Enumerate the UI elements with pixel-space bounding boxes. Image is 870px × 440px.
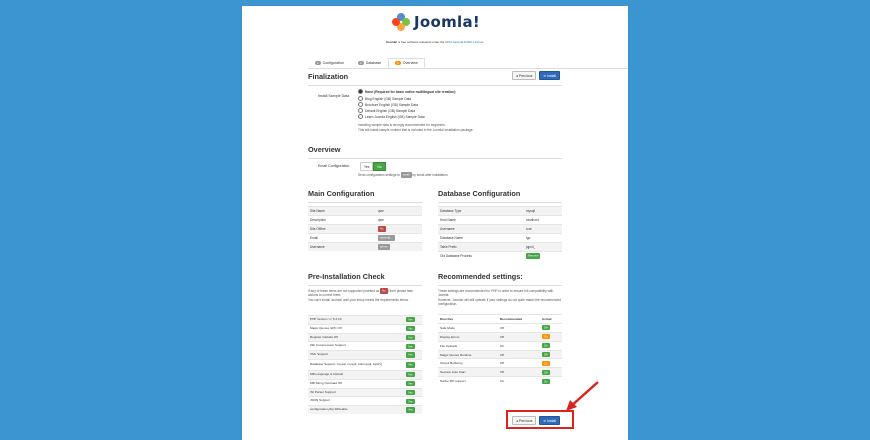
pre-check-intro: If any of these items are not supported … (308, 288, 414, 302)
table-row: Register Globals Off Yes (308, 332, 422, 342)
main-config-title: Main Configuration (308, 189, 375, 198)
previous-button-top[interactable]: ◂ Previous (512, 71, 537, 80)
divider (438, 285, 562, 286)
table-row: Native ZIP support On On (438, 376, 562, 385)
table-row: Session Auto Start Off Off (438, 367, 562, 377)
gpl-link[interactable]: GNU General Public License (445, 40, 483, 44)
email-config-label: Email Configuration (318, 164, 350, 168)
sample-option-blog[interactable]: Blog English (GB) Sample Data (358, 96, 411, 101)
tab-database[interactable]: 2 Database (351, 58, 388, 68)
radio-icon (358, 102, 363, 107)
joomla-logo: Joomla! (392, 12, 480, 32)
pre-check-table: PHP Version >= 5.3.10 Yes Magic Quotes GP… (308, 315, 422, 414)
recommended-table: Directive Recommended Actual Safe Mode Off O… (438, 314, 562, 385)
email-config-toggle[interactable]: Yes No (360, 162, 386, 171)
table-row: File Uploads On On (438, 340, 562, 350)
db-config-title: Database Configuration (438, 189, 521, 198)
table-row: Site Offline No (308, 224, 422, 233)
status-badge: No (378, 226, 386, 232)
table-row: Description qwe (308, 215, 422, 224)
toggle-yes[interactable]: Yes (360, 162, 374, 171)
divider (308, 202, 422, 203)
license-text: Joomla! is free software released under … (385, 40, 485, 44)
joomla-logo-icon (392, 13, 410, 31)
install-button-highlight (506, 410, 574, 429)
table-row: Username root (438, 224, 562, 233)
table-row: Database Type mysqli (438, 206, 562, 215)
table-row: Email admin@... (308, 233, 422, 242)
tab-overview[interactable]: 3 Overview (388, 58, 425, 68)
pre-check-title: Pre-Installation Check (308, 272, 385, 281)
installer-panel: Joomla! Joomla! is free software release… (242, 6, 628, 440)
sample-option-learn[interactable]: Learn Joomla English (GB) Sample Data (358, 114, 425, 119)
table-row: XML Support Yes (308, 350, 422, 359)
radio-icon (358, 114, 363, 119)
table-row: MB Language is Default Yes (308, 369, 422, 379)
table-header: Directive Recommended Actual (438, 314, 562, 323)
table-row: Display Errors Off On (438, 331, 562, 341)
table-row: INI Parser Support Yes (308, 387, 422, 397)
sample-option-none[interactable]: None (Required for basic native multilin… (358, 89, 456, 94)
tab-configuration[interactable]: 1 Configuration (308, 58, 351, 68)
table-row: Username admin (308, 242, 422, 251)
logo-text: Joomla! (414, 13, 481, 31)
status-badge: admin@... (378, 235, 395, 241)
divider (308, 158, 562, 159)
table-row: Table Prefix jqpx4_ (438, 242, 562, 251)
email-config-help: Send configuration settings to email by … (358, 172, 449, 178)
radio-icon (358, 96, 363, 101)
table-row: Output Buffering Off On (438, 358, 562, 367)
install-button-top[interactable]: ➜ Install (539, 71, 561, 80)
radio-icon (358, 89, 363, 94)
status-badge: admin (378, 244, 390, 250)
table-row: Old Database Process Remove (438, 251, 562, 260)
overview-title: Overview (308, 145, 341, 154)
divider (308, 285, 422, 286)
recommended-title: Recommended settings: (438, 272, 523, 281)
table-row: Site Name qwe (308, 206, 422, 215)
table-row: Zlib Compression Support Yes (308, 341, 422, 350)
table-row: Database Support: (mysql, mysqli, pdomys… (308, 358, 422, 370)
table-row: JSON Support Yes (308, 396, 422, 405)
install-steps: 1 Configuration 2 Database 3 Overview (308, 58, 628, 69)
table-row: Magic Quotes GPC Off Yes (308, 323, 422, 333)
sample-data-help: Installing sample data is strongly recom… (358, 123, 474, 132)
table-row: MB String Overload Off Yes (308, 378, 422, 388)
table-row: Database Name tgo (438, 233, 562, 242)
main-config-table: Site Name qwe Description qwe Site Offline… (308, 206, 422, 251)
table-row: Host Name localhost (438, 215, 562, 224)
toggle-no[interactable]: No (373, 162, 386, 171)
db-config-table: Database Type mysqli Host Name localhost U… (438, 206, 562, 260)
status-badge: Remove (526, 253, 541, 259)
sample-data-label: Install Sample Data (318, 94, 350, 98)
sample-option-brochure[interactable]: Brochure English (GB) Sample Data (358, 102, 418, 107)
table-row: Magic Quotes Runtime Off Off (438, 349, 562, 359)
sample-option-default[interactable]: Default English (GB) Sample Data (358, 108, 415, 113)
radio-icon (358, 108, 363, 113)
table-row: Safe Mode Off Off (438, 322, 562, 332)
table-row: configuration.php Writeable Yes (308, 405, 422, 414)
table-row: PHP Version >= 5.3.10 Yes (308, 315, 422, 324)
recommended-intro: These settings are recommended for PHP i… (438, 289, 561, 307)
divider (438, 202, 562, 203)
divider (308, 85, 562, 86)
finalization-title: Finalization (308, 72, 349, 81)
